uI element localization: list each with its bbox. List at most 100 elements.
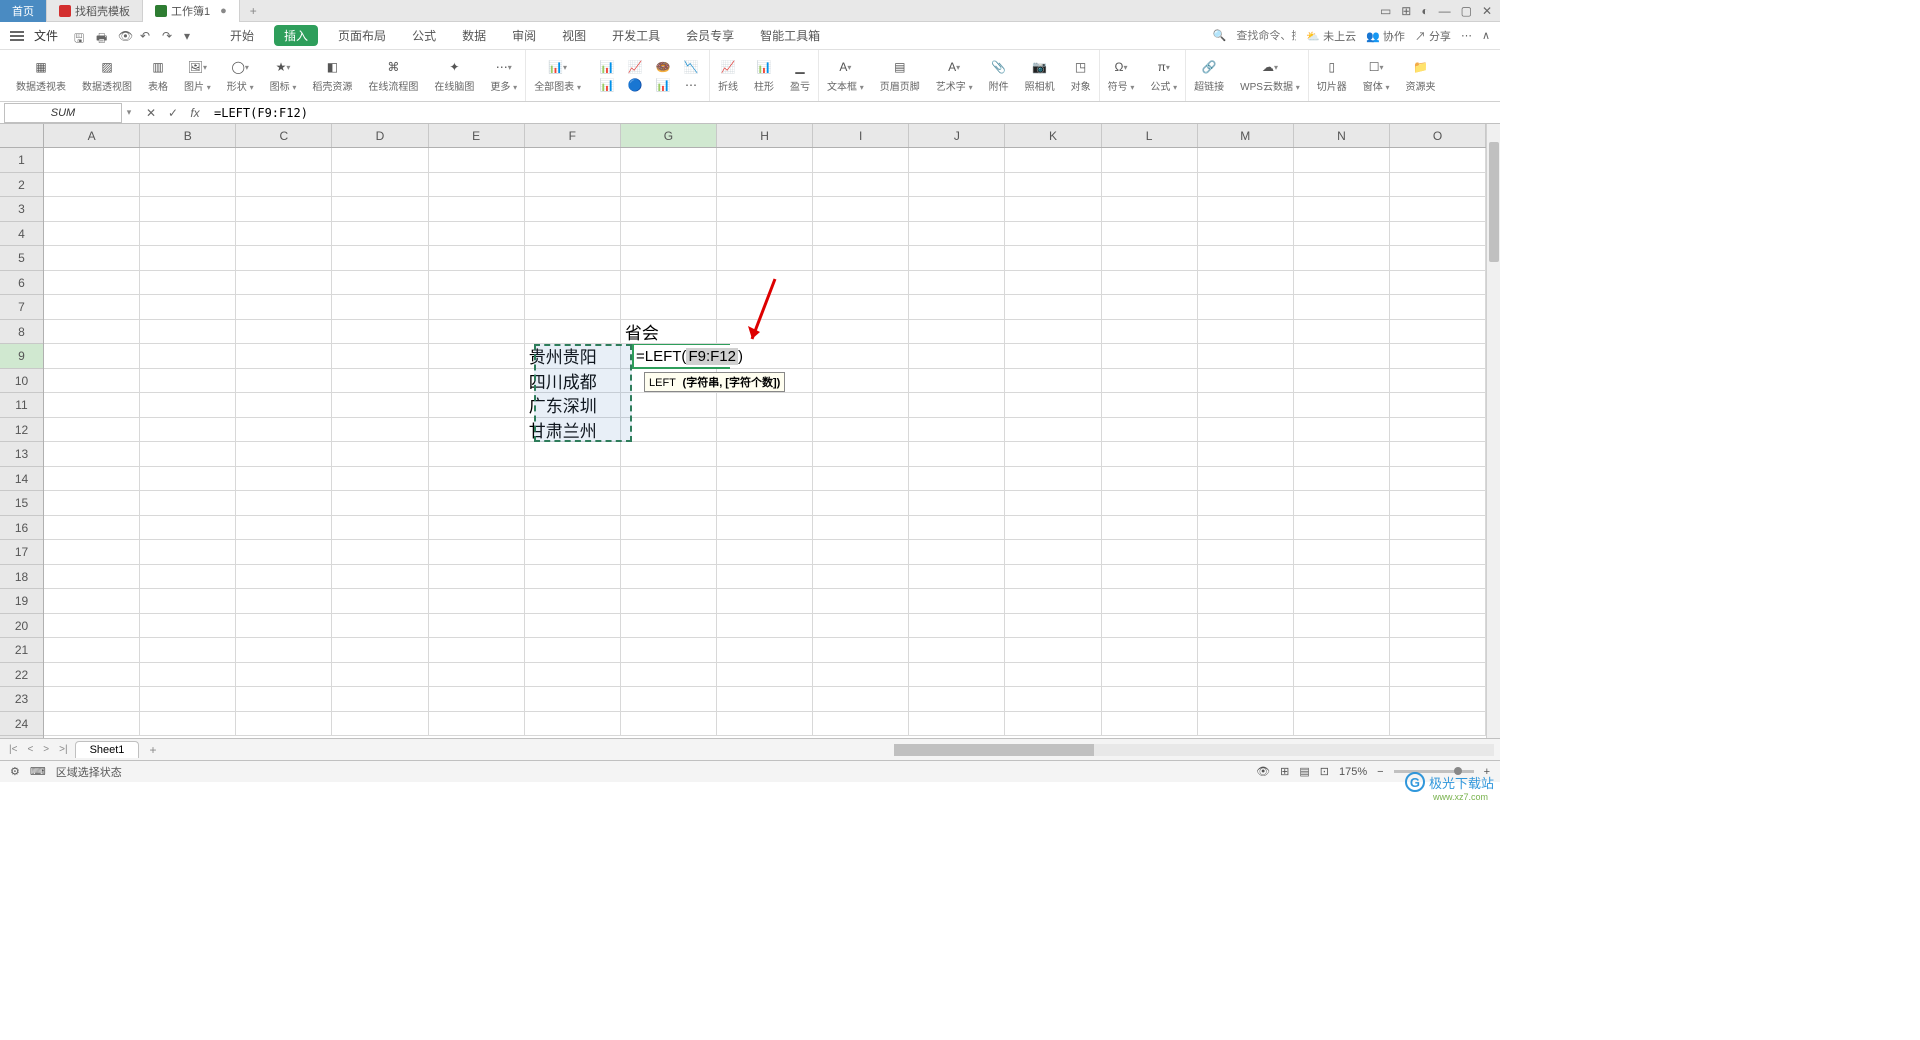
cell-K19[interactable] bbox=[1005, 589, 1101, 614]
cell-K18[interactable] bbox=[1005, 565, 1101, 590]
grid[interactable]: 省会贵州贵阳四川成都广东深圳甘肃兰州 bbox=[44, 148, 1486, 738]
zoom-slider[interactable] bbox=[1394, 770, 1474, 773]
ribbon-equation[interactable]: π▾公式 ▾ bbox=[1142, 50, 1186, 101]
cell-C12[interactable] bbox=[236, 418, 332, 443]
cell-B20[interactable] bbox=[140, 614, 236, 639]
cell-E17[interactable] bbox=[429, 540, 525, 565]
cell-B15[interactable] bbox=[140, 491, 236, 516]
cell-D21[interactable] bbox=[332, 638, 428, 663]
cell-E22[interactable] bbox=[429, 663, 525, 688]
ribbon-shapes[interactable]: ◯▾形状 ▾ bbox=[219, 50, 262, 101]
cell-E9[interactable] bbox=[429, 344, 525, 369]
add-sheet-button[interactable]: + bbox=[143, 743, 162, 757]
cell-M3[interactable] bbox=[1198, 197, 1294, 222]
namebox-drop-icon[interactable]: ▾ bbox=[122, 107, 136, 118]
cell-N24[interactable] bbox=[1294, 712, 1390, 737]
cell-J22[interactable] bbox=[909, 663, 1005, 688]
cell-B16[interactable] bbox=[140, 516, 236, 541]
cell-A14[interactable] bbox=[44, 467, 140, 492]
cell-J9[interactable] bbox=[909, 344, 1005, 369]
cell-L4[interactable] bbox=[1102, 222, 1198, 247]
cell-C23[interactable] bbox=[236, 687, 332, 712]
cell-I3[interactable] bbox=[813, 197, 909, 222]
cell-N15[interactable] bbox=[1294, 491, 1390, 516]
cell-F22[interactable] bbox=[525, 663, 621, 688]
cell-I23[interactable] bbox=[813, 687, 909, 712]
qat-drop-icon[interactable]: ▾ bbox=[184, 29, 198, 43]
cell-A17[interactable] bbox=[44, 540, 140, 565]
tab-formula[interactable]: 公式 bbox=[406, 25, 442, 46]
cell-C4[interactable] bbox=[236, 222, 332, 247]
cell-H21[interactable] bbox=[717, 638, 813, 663]
ribbon-resource[interactable]: ◧稻壳资源 bbox=[304, 50, 360, 101]
cell-E15[interactable] bbox=[429, 491, 525, 516]
cell-H12[interactable] bbox=[717, 418, 813, 443]
row-header-24[interactable]: 24 bbox=[0, 712, 43, 737]
cell-K3[interactable] bbox=[1005, 197, 1101, 222]
cell-N10[interactable] bbox=[1294, 369, 1390, 394]
cell-J11[interactable] bbox=[909, 393, 1005, 418]
cell-G22[interactable] bbox=[621, 663, 717, 688]
cell-F9[interactable]: 贵州贵阳 bbox=[525, 344, 621, 369]
cell-O17[interactable] bbox=[1390, 540, 1486, 565]
search-icon[interactable]: 🔍 bbox=[1213, 29, 1227, 42]
col-header-J[interactable]: J bbox=[909, 124, 1005, 147]
cell-J13[interactable] bbox=[909, 442, 1005, 467]
cell-G21[interactable] bbox=[621, 638, 717, 663]
cell-J20[interactable] bbox=[909, 614, 1005, 639]
cell-L22[interactable] bbox=[1102, 663, 1198, 688]
cell-J1[interactable] bbox=[909, 148, 1005, 173]
cell-O20[interactable] bbox=[1390, 614, 1486, 639]
cell-L7[interactable] bbox=[1102, 295, 1198, 320]
cell-A12[interactable] bbox=[44, 418, 140, 443]
cell-F10[interactable]: 四川成都 bbox=[525, 369, 621, 394]
cell-L3[interactable] bbox=[1102, 197, 1198, 222]
cell-D20[interactable] bbox=[332, 614, 428, 639]
ribbon-mindmap[interactable]: ✦在线脑图 bbox=[426, 50, 482, 101]
tab-pagelayout[interactable]: 页面布局 bbox=[332, 25, 392, 46]
cell-A8[interactable] bbox=[44, 320, 140, 345]
cell-J23[interactable] bbox=[909, 687, 1005, 712]
row-header-7[interactable]: 7 bbox=[0, 295, 43, 320]
cell-C1[interactable] bbox=[236, 148, 332, 173]
cell-H5[interactable] bbox=[717, 246, 813, 271]
cell-F7[interactable] bbox=[525, 295, 621, 320]
cell-L6[interactable] bbox=[1102, 271, 1198, 296]
cell-L17[interactable] bbox=[1102, 540, 1198, 565]
cell-D9[interactable] bbox=[332, 344, 428, 369]
select-all-corner[interactable] bbox=[0, 124, 44, 148]
cell-N3[interactable] bbox=[1294, 197, 1390, 222]
col-header-A[interactable]: A bbox=[44, 124, 140, 147]
cell-K16[interactable] bbox=[1005, 516, 1101, 541]
cell-L23[interactable] bbox=[1102, 687, 1198, 712]
cell-H4[interactable] bbox=[717, 222, 813, 247]
cell-E19[interactable] bbox=[429, 589, 525, 614]
cell-N19[interactable] bbox=[1294, 589, 1390, 614]
row-header-23[interactable]: 23 bbox=[0, 687, 43, 712]
cell-D14[interactable] bbox=[332, 467, 428, 492]
ribbon-symbol[interactable]: Ω▾符号 ▾ bbox=[1100, 50, 1143, 101]
cell-L14[interactable] bbox=[1102, 467, 1198, 492]
cell-A5[interactable] bbox=[44, 246, 140, 271]
cell-N13[interactable] bbox=[1294, 442, 1390, 467]
cell-C2[interactable] bbox=[236, 173, 332, 198]
cell-C10[interactable] bbox=[236, 369, 332, 394]
zoom-value[interactable]: 175% bbox=[1339, 766, 1367, 778]
cell-G7[interactable] bbox=[621, 295, 717, 320]
cell-I16[interactable] bbox=[813, 516, 909, 541]
cell-F12[interactable]: 甘肃兰州 bbox=[525, 418, 621, 443]
cell-M7[interactable] bbox=[1198, 295, 1294, 320]
cell-G18[interactable] bbox=[621, 565, 717, 590]
cell-B19[interactable] bbox=[140, 589, 236, 614]
cell-E4[interactable] bbox=[429, 222, 525, 247]
tab-insert[interactable]: 插入 bbox=[274, 25, 318, 46]
cell-O7[interactable] bbox=[1390, 295, 1486, 320]
cell-K6[interactable] bbox=[1005, 271, 1101, 296]
cell-H1[interactable] bbox=[717, 148, 813, 173]
cell-I5[interactable] bbox=[813, 246, 909, 271]
cell-K4[interactable] bbox=[1005, 222, 1101, 247]
cell-B3[interactable] bbox=[140, 197, 236, 222]
cell-L19[interactable] bbox=[1102, 589, 1198, 614]
cell-G8[interactable]: 省会 bbox=[621, 320, 717, 345]
cell-I15[interactable] bbox=[813, 491, 909, 516]
